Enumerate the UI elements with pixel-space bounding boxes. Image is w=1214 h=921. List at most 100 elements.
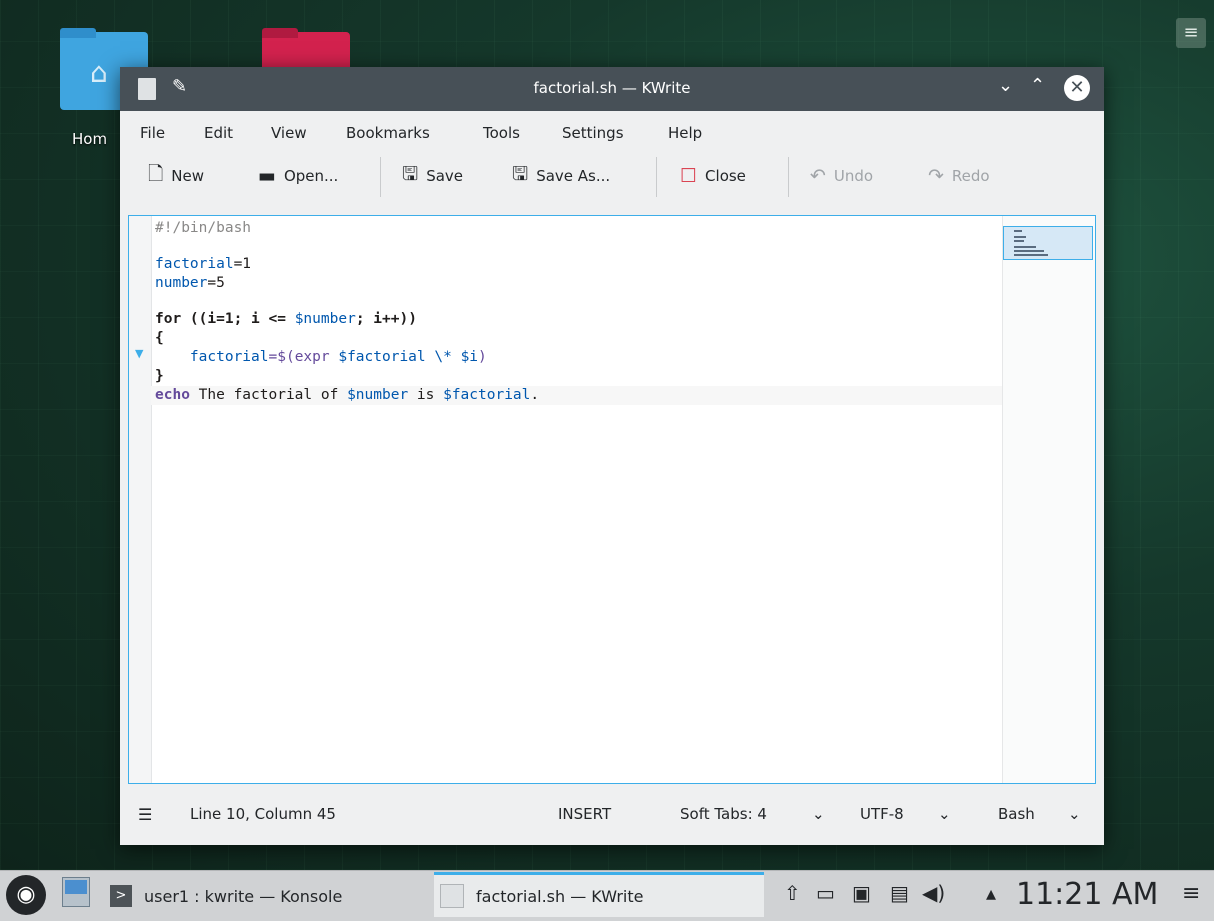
- menu-view[interactable]: View: [271, 124, 307, 142]
- code-line: number=5: [155, 274, 1003, 293]
- open-label: Open...: [283, 167, 339, 185]
- close-document-button[interactable]: ☐ Close: [680, 161, 746, 191]
- code-line: }: [155, 367, 1003, 386]
- document-icon: [440, 884, 464, 908]
- battery-icon[interactable]: ▣: [852, 881, 871, 905]
- menu-tools[interactable]: Tools: [483, 124, 520, 142]
- redo-label: Redo: [951, 167, 990, 185]
- expand-tray-icon[interactable]: ▴: [986, 881, 996, 905]
- code-token: =5: [207, 275, 225, 291]
- code-token: =1: [233, 256, 252, 272]
- code-token: for: [155, 311, 182, 327]
- volume-icon[interactable]: ◀): [922, 881, 945, 905]
- close-label: Close: [705, 167, 746, 185]
- minimap-line: [1014, 230, 1022, 232]
- code-token: factorial: [189, 349, 269, 365]
- minimap-line: [1014, 254, 1048, 256]
- text-editor-area[interactable]: ▼ #!/bin/bash factorial =1 number=5 for (…: [128, 215, 1096, 784]
- menu-file[interactable]: File: [140, 124, 165, 142]
- network-icon[interactable]: ▭: [816, 881, 835, 905]
- save-as-button[interactable]: 🖫 Save As...: [512, 161, 610, 191]
- code-token: $i: [460, 349, 479, 365]
- code-line: {: [155, 329, 1003, 348]
- code-token: }: [155, 368, 164, 384]
- home-folder-label[interactable]: Hom: [72, 130, 107, 148]
- application-launcher-icon[interactable]: ◉: [6, 875, 46, 915]
- editor-gutter[interactable]: [129, 216, 152, 783]
- document-list-icon[interactable]: ☰: [138, 805, 152, 824]
- code-token: .: [530, 387, 540, 403]
- minimap-line: [1014, 236, 1026, 238]
- toolbar-separator: [380, 157, 381, 197]
- terminal-icon: >: [110, 885, 132, 907]
- window-titlebar[interactable]: ✎ factorial.sh — KWrite ⌄ ⌃ ✕: [120, 67, 1104, 111]
- code-token: #!/bin/bash: [155, 220, 252, 236]
- task-konsole-label: user1 : kwrite — Konsole: [144, 886, 343, 906]
- fold-arrow-icon[interactable]: ▼: [135, 347, 143, 360]
- chevron-down-icon[interactable]: ⌄: [812, 805, 825, 823]
- code-token: is: [408, 387, 444, 403]
- task-kwrite-label: factorial.sh — KWrite: [476, 886, 644, 906]
- undo-icon: ↶: [810, 165, 826, 187]
- minimap-line: [1014, 246, 1036, 248]
- code-token: {: [155, 330, 164, 346]
- menu-settings[interactable]: Settings: [562, 124, 624, 142]
- open-button[interactable]: ▬ Open...: [258, 161, 338, 191]
- toolbar-separator: [788, 157, 789, 197]
- indentation-selector[interactable]: Soft Tabs: 4: [680, 805, 767, 823]
- undo-button[interactable]: ↶ Undo: [810, 161, 873, 191]
- trash-folder-icon[interactable]: [262, 28, 350, 72]
- syntax-mode-selector[interactable]: Bash: [998, 805, 1035, 823]
- code-token: The factorial of: [189, 387, 348, 403]
- cursor-position[interactable]: Line 10, Column 45: [190, 805, 336, 823]
- show-desktop-icon[interactable]: [62, 877, 90, 907]
- code-token: =$(expr: [268, 349, 339, 365]
- taskbar: ◉ > user1 : kwrite — Konsole factorial.s…: [0, 870, 1214, 921]
- code-token: $factorial: [338, 349, 426, 365]
- menu-help[interactable]: Help: [668, 124, 702, 142]
- input-mode[interactable]: INSERT: [558, 805, 611, 823]
- minimap-viewport[interactable]: [1003, 226, 1093, 260]
- code-token: number: [155, 275, 208, 291]
- code-token: echo: [155, 387, 190, 403]
- chevron-down-icon[interactable]: ⌄: [1068, 805, 1081, 823]
- new-button[interactable]: 🗋 New: [148, 161, 204, 191]
- code-token: $number: [294, 311, 356, 327]
- desktop-menu-icon[interactable]: ≡: [1176, 18, 1206, 48]
- code-token: $number: [347, 387, 409, 403]
- save-button[interactable]: 🖫 Save: [402, 161, 463, 191]
- panel-menu-icon[interactable]: ≡: [1182, 881, 1200, 906]
- redo-button[interactable]: ↷ Redo: [928, 161, 990, 191]
- menubar: File Edit View Bookmarks Tools Settings …: [120, 111, 1104, 151]
- code-token: $factorial: [443, 387, 531, 403]
- chevron-down-icon[interactable]: ⌄: [938, 805, 951, 823]
- task-konsole[interactable]: > user1 : kwrite — Konsole: [104, 875, 424, 917]
- task-kwrite[interactable]: factorial.sh — KWrite: [434, 872, 764, 917]
- updates-icon[interactable]: ⇧: [784, 881, 801, 905]
- status-bar: ☰ Line 10, Column 45 INSERT Soft Tabs: 4…: [120, 793, 1104, 837]
- code-token: ((i=1; i <=: [181, 311, 295, 327]
- clock[interactable]: 11:21 AM: [1016, 877, 1158, 912]
- folder-open-icon: ▬: [258, 165, 276, 187]
- menu-edit[interactable]: Edit: [204, 124, 233, 142]
- minimap-scrollbar[interactable]: [1002, 216, 1095, 783]
- house-icon: ⌂: [90, 56, 108, 89]
- kwrite-window: ✎ factorial.sh — KWrite ⌄ ⌃ ✕ File Edit …: [120, 67, 1104, 845]
- undo-label: Undo: [833, 167, 874, 185]
- menu-bookmarks[interactable]: Bookmarks: [346, 124, 430, 142]
- new-label: New: [171, 167, 204, 185]
- code-content[interactable]: #!/bin/bash factorial =1 number=5 for ((i…: [151, 219, 1003, 405]
- maximize-button[interactable]: ⌃: [1030, 75, 1045, 96]
- redo-icon: ↷: [928, 165, 944, 187]
- code-line: for ((i=1; i <= $number; i++)): [155, 310, 1003, 329]
- close-window-button[interactable]: ✕: [1064, 75, 1090, 101]
- minimap-line: [1014, 240, 1024, 242]
- clipboard-icon[interactable]: ▤: [890, 881, 909, 905]
- main-toolbar: 🗋 New ▬ Open... 🖫 Save 🖫 Save As... ☐ Close ↶…: [120, 151, 1104, 203]
- minimize-button[interactable]: ⌄: [998, 75, 1013, 96]
- encoding-selector[interactable]: UTF-8: [860, 805, 904, 823]
- close-document-icon: ☐: [680, 165, 698, 187]
